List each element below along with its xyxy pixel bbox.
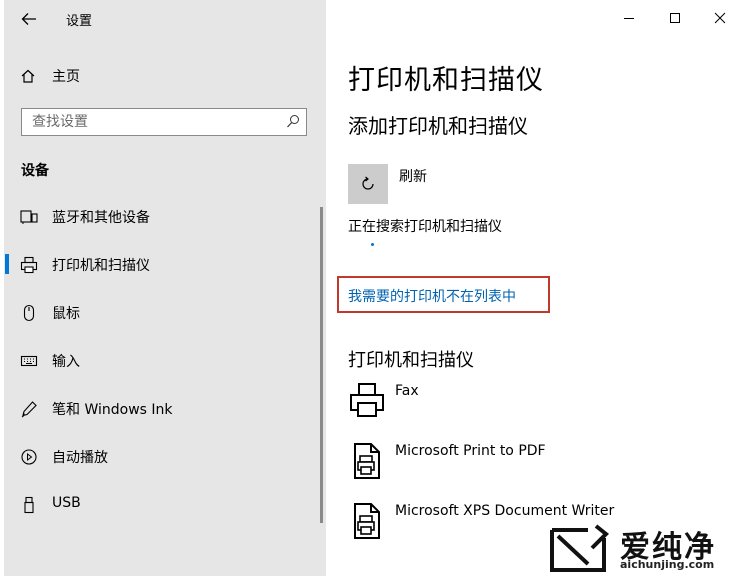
searching-status: 正在搜索打印机和扫描仪	[348, 219, 502, 235]
maximize-icon	[670, 13, 680, 23]
progress-dot	[371, 243, 374, 246]
close-icon	[714, 12, 726, 24]
sidebar-item-typing[interactable]: 输入	[0, 340, 320, 380]
usb-icon	[20, 496, 38, 514]
sidebar-item-printers-scanners[interactable]: 打印机和扫描仪	[0, 244, 320, 284]
refresh-button[interactable]	[348, 164, 388, 204]
bluetooth-devices-icon	[20, 208, 38, 226]
sidebar-item-mouse[interactable]: 鼠标	[0, 292, 320, 332]
printer-item-fax[interactable]: Fax	[348, 381, 728, 429]
sidebar-item-pen[interactable]: 笔和 Windows Ink	[0, 388, 320, 428]
printer-item-print-to-pdf[interactable]: Microsoft Print to PDF	[348, 441, 728, 489]
search-input[interactable]	[32, 113, 282, 131]
watermark-logo: 爱纯净 aichunjing.com	[548, 522, 738, 574]
page-title: 打印机和扫描仪	[348, 65, 544, 96]
sidebar-item-label: 笔和 Windows Ink	[52, 402, 173, 418]
sidebar-item-autoplay[interactable]: 自动播放	[0, 436, 320, 476]
add-section-title: 添加打印机和扫描仪	[348, 114, 528, 138]
printer-not-listed-link[interactable]: 我需要的打印机不在列表中	[348, 286, 516, 306]
mouse-icon	[20, 304, 38, 322]
settings-window: 设置 主页 设备 蓝牙和其他设备 打印机和扫描仪	[0, 0, 744, 576]
sidebar-item-label: 输入	[52, 354, 80, 370]
home-icon	[21, 69, 35, 83]
arrow-left-icon	[21, 13, 36, 25]
sidebar-scrollbar[interactable]	[320, 207, 323, 523]
sidebar-item-label: 自动播放	[52, 450, 108, 466]
document-printer-icon	[354, 503, 380, 539]
printer-name: Microsoft Print to PDF	[395, 443, 546, 459]
refresh-icon	[362, 176, 374, 190]
close-button[interactable]	[697, 2, 743, 34]
title-bar: 设置	[0, 0, 744, 38]
pen-icon	[20, 400, 38, 418]
sidebar-item-label: USB	[52, 495, 81, 511]
printer-name: Microsoft XPS Document Writer	[395, 503, 615, 519]
sidebar-item-home[interactable]: 主页	[20, 64, 80, 88]
sidebar-item-usb[interactable]: USB	[0, 484, 320, 524]
sidebar-item-label: 打印机和扫描仪	[52, 258, 150, 274]
refresh-label[interactable]: 刷新	[399, 166, 427, 186]
logo-mark-icon	[550, 524, 609, 572]
maximize-button[interactable]	[652, 2, 698, 34]
printer-name: Fax	[395, 383, 419, 399]
sidebar-item-bluetooth[interactable]: 蓝牙和其他设备	[0, 196, 320, 236]
document-printer-icon	[354, 443, 380, 479]
back-button[interactable]	[14, 6, 44, 32]
keyboard-icon	[20, 352, 38, 370]
printer-icon	[20, 256, 38, 274]
home-label: 主页	[52, 69, 80, 85]
watermark-url: aichunjing.com	[620, 558, 715, 571]
printers-list-title: 打印机和扫描仪	[348, 350, 474, 371]
window-title: 设置	[66, 14, 93, 29]
minimize-button[interactable]	[606, 2, 652, 34]
section-title-devices: 设备	[21, 163, 49, 179]
search-box[interactable]	[21, 108, 307, 136]
fax-icon	[350, 383, 384, 417]
selection-indicator	[5, 254, 9, 274]
search-icon[interactable]	[286, 114, 300, 130]
autoplay-icon	[20, 448, 38, 466]
minimize-icon	[624, 18, 634, 19]
sidebar-item-label: 蓝牙和其他设备	[52, 210, 150, 226]
sidebar-item-label: 鼠标	[52, 306, 80, 322]
